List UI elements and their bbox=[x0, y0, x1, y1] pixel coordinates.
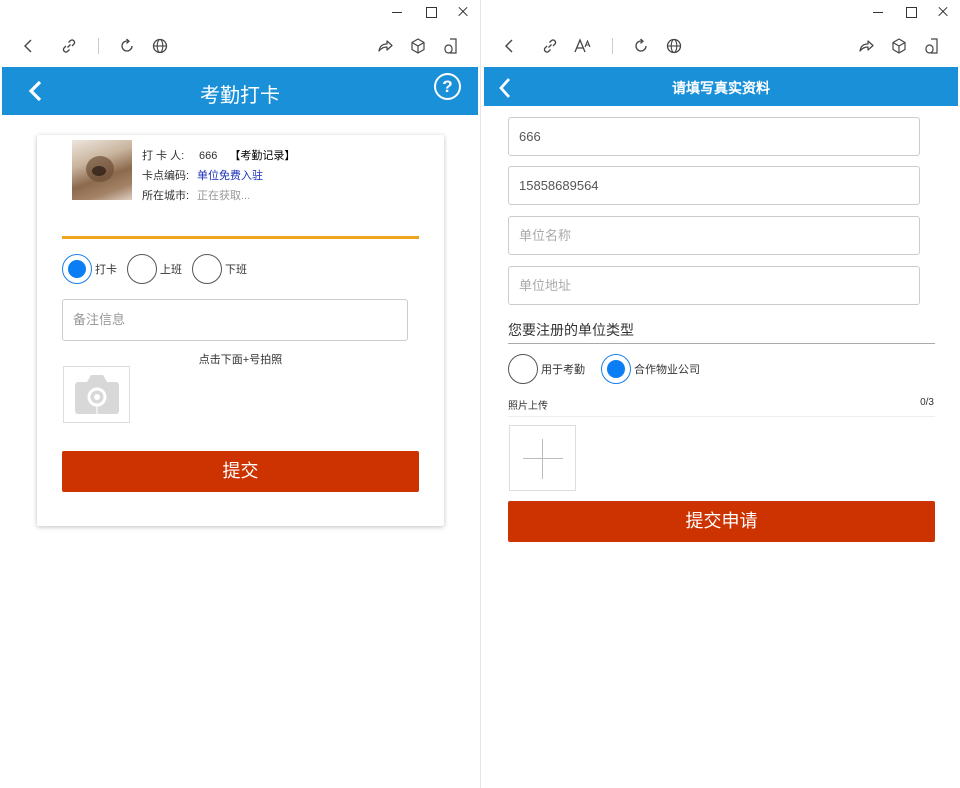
minimize-icon[interactable] bbox=[389, 4, 405, 20]
share-icon[interactable] bbox=[375, 36, 395, 56]
section-divider bbox=[508, 343, 935, 344]
page-title: 请填写真实资料 bbox=[672, 80, 770, 96]
toolbar-separator bbox=[98, 38, 99, 54]
refresh-icon[interactable] bbox=[631, 36, 651, 56]
photo-divider bbox=[508, 416, 935, 417]
radio-circle[interactable] bbox=[601, 354, 631, 384]
avatar bbox=[72, 140, 132, 200]
app-header: 请填写真实资料 bbox=[484, 67, 958, 106]
checker-value: 666 bbox=[199, 150, 218, 162]
photo-count: 0/3 bbox=[920, 397, 934, 408]
close-icon[interactable] bbox=[935, 4, 951, 20]
radio-circle[interactable] bbox=[508, 354, 538, 384]
photo-hint: 点击下面+号拍照 bbox=[198, 354, 283, 366]
submit-application-button[interactable]: 提交申请 bbox=[508, 501, 935, 542]
divider-line bbox=[62, 236, 419, 239]
device-icon[interactable] bbox=[441, 36, 461, 56]
radio-circle[interactable] bbox=[127, 254, 157, 284]
refresh-icon[interactable] bbox=[117, 36, 137, 56]
radio-off-duty[interactable]: 下班 bbox=[192, 254, 247, 284]
free-join-link[interactable]: 单位免费入驻 bbox=[197, 170, 263, 182]
radio-label: 上班 bbox=[160, 264, 182, 276]
unit-address-field[interactable]: 单位地址 bbox=[508, 266, 920, 305]
radio-label: 合作物业公司 bbox=[634, 364, 700, 376]
browser-toolbar bbox=[0, 30, 480, 62]
city-label: 所在城市: bbox=[142, 190, 190, 202]
camera-icon bbox=[75, 375, 119, 414]
phone-field[interactable]: 15858689564 bbox=[508, 166, 920, 205]
checker-label: 打 卡 人: bbox=[142, 150, 185, 162]
right-browser-window: 请填写真实资料 666 15858689564 单位名称 单位地址 您要注册的单… bbox=[480, 0, 960, 788]
back-icon[interactable] bbox=[500, 36, 520, 56]
note-input[interactable]: 备注信息 bbox=[62, 299, 408, 341]
city-value: 正在获取... bbox=[197, 190, 251, 202]
checker-row: 打 卡 人: 666 【考勤记录】 bbox=[142, 147, 295, 163]
globe-icon[interactable] bbox=[664, 36, 684, 56]
point-label: 卡点编码: bbox=[142, 170, 190, 182]
punch-type-group: 打卡 上班 下班 bbox=[62, 254, 257, 284]
photo-upload-label: 照片上传 bbox=[508, 401, 548, 412]
globe-icon[interactable] bbox=[150, 36, 170, 56]
city-row: 所在城市: 正在获取... bbox=[142, 187, 250, 203]
radio-circle[interactable] bbox=[192, 254, 222, 284]
radio-property-company[interactable]: 合作物业公司 bbox=[601, 354, 700, 384]
unit-name-field[interactable]: 单位名称 bbox=[508, 216, 920, 255]
radio-circle[interactable] bbox=[62, 254, 92, 284]
back-icon[interactable] bbox=[19, 36, 39, 56]
toolbar-separator bbox=[612, 38, 613, 54]
browser-toolbar bbox=[481, 30, 960, 62]
radio-label: 打卡 bbox=[95, 264, 117, 276]
add-photo-button[interactable] bbox=[509, 425, 576, 491]
help-icon[interactable]: ? bbox=[434, 73, 461, 100]
maximize-icon[interactable] bbox=[903, 4, 919, 20]
device-icon[interactable] bbox=[922, 36, 942, 56]
title-bar bbox=[481, 0, 960, 26]
unit-type-group: 用于考勤 合作物业公司 bbox=[508, 354, 716, 384]
unit-type-title: 您要注册的单位类型 bbox=[508, 322, 634, 338]
radio-on-duty[interactable]: 上班 bbox=[127, 254, 182, 284]
maximize-icon[interactable] bbox=[423, 4, 439, 20]
submit-button[interactable]: 提交 bbox=[62, 451, 419, 492]
minimize-icon[interactable] bbox=[870, 4, 886, 20]
close-icon[interactable] bbox=[455, 4, 471, 20]
attendance-record-link[interactable]: 【考勤记录】 bbox=[229, 150, 295, 162]
radio-label: 下班 bbox=[225, 264, 247, 276]
punch-card: 打 卡 人: 666 【考勤记录】 卡点编码: 单位免费入驻 所在城市: 正在获取...… bbox=[37, 135, 444, 526]
link-icon[interactable] bbox=[540, 36, 560, 56]
radio-label: 用于考勤 bbox=[541, 364, 585, 376]
name-field[interactable]: 666 bbox=[508, 117, 920, 156]
radio-attendance[interactable]: 用于考勤 bbox=[508, 354, 585, 384]
cube-icon[interactable] bbox=[889, 36, 909, 56]
radio-punch[interactable]: 打卡 bbox=[62, 254, 117, 284]
left-browser-window: 考勤打卡 ? 打 卡 人: 666 【考勤记录】 卡点编码: 单位免费入驻 所在城市:… bbox=[0, 0, 480, 788]
title-bar bbox=[0, 0, 480, 26]
page-title: 考勤打卡 bbox=[200, 85, 280, 107]
app-header: 考勤打卡 ? bbox=[2, 67, 478, 115]
point-row: 卡点编码: 单位免费入驻 bbox=[142, 167, 263, 183]
take-photo-button[interactable] bbox=[63, 366, 130, 423]
cube-icon[interactable] bbox=[408, 36, 428, 56]
share-icon[interactable] bbox=[856, 36, 876, 56]
link-icon[interactable] bbox=[59, 36, 79, 56]
text-size-icon[interactable] bbox=[573, 36, 593, 56]
